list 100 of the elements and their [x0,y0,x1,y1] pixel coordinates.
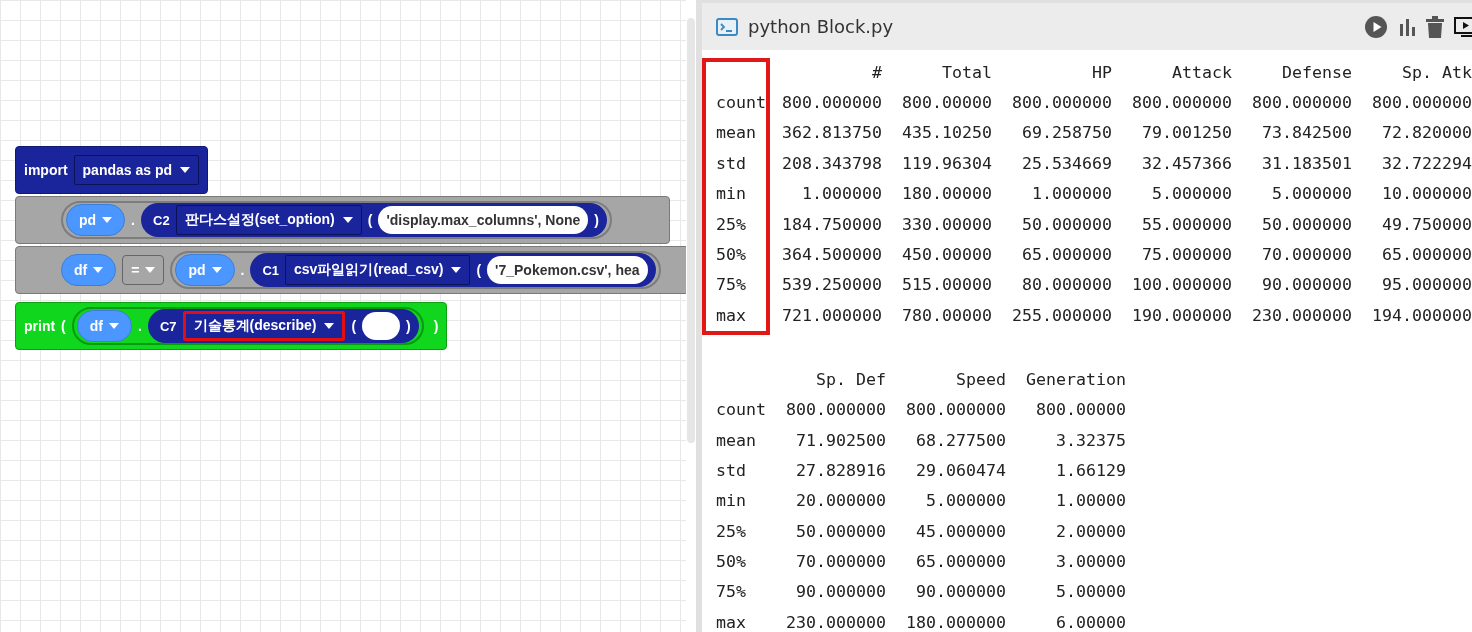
table-cell-text: 800.000000 [782,92,882,114]
column-header: # [872,62,882,84]
column-header: Total [942,62,992,84]
block-code: C7 [159,318,177,334]
table-cell-text: 90.000000 [796,581,886,604]
caret-icon [145,267,156,273]
paren: ( [476,262,482,278]
terminal-icon [716,17,738,36]
column-header: Defense [1282,62,1352,84]
table-cell-text: 50.000000 [796,520,886,543]
column-header: Sp. Atk [1402,62,1472,84]
table-cell-text: 71.902500 [796,429,886,452]
paren: ( [351,318,357,334]
block-keyword: print [24,318,56,334]
table-cell-text: 95.000000 [1382,274,1472,297]
table-cell-text: 79.001250 [1142,122,1232,145]
module-dropdown[interactable]: pandas as pd [73,155,200,185]
paren: ) [433,318,439,334]
row-label: mean [716,122,757,145]
block-workspace[interactable]: import pandas as pd pd . C2 판다스설정(set_option) ( 'display.max_columns', None ) df = pd . C1 csv파일읽기(read_csv) ( '7_Pokemon.csv', hea print ( df . C7 기술통계(describe) ( ) ) [0,0,686,632]
table-cell-text: 29.060474 [916,459,1006,482]
table-cell-text: 20.000000 [796,490,886,513]
method-block[interactable]: C1 csv파일읽기(read_csv) ( '7_Pokemon.csv', hea [250,253,656,287]
row-label: 75% [716,581,747,604]
table-cell-text: 362.813750 [782,122,882,145]
scrollbar[interactable] [687,18,695,443]
table-cell-text: 194.000000 [1372,304,1472,327]
row-label: count [716,92,766,114]
table-cell-text: 50.000000 [1262,213,1352,236]
paren: ) [594,212,599,228]
block-code: C1 [262,262,280,278]
method-dropdown[interactable]: 기술통계(describe) [182,311,346,341]
table-cell-text: 3.00000 [1056,551,1126,574]
method-dropdown[interactable]: 판다스설정(set_option) [175,205,362,235]
table-cell-text: 435.10250 [902,122,992,145]
table-cell-text: 3.32375 [1056,429,1126,452]
empty-argument-slot[interactable] [362,312,401,340]
table-cell-text: 49.750000 [1382,213,1472,236]
panel-title: python Block.py [748,16,895,37]
caret-icon [451,267,462,273]
table-cell-text: 721.000000 [782,304,882,327]
row-label: max [716,611,747,632]
table-cell-text: 73.842500 [1262,122,1352,145]
table-cell-text: 90.000000 [916,581,1006,604]
table-cell-text: 180.000000 [906,611,1006,632]
table-cell-text: 69.258750 [1022,122,1112,145]
trash-icon[interactable] [1426,15,1444,38]
table-cell-text: 1.66129 [1056,459,1126,482]
assignment-block[interactable]: df = pd . C1 csv파일읽기(read_csv) ( '7_Pokemon.csv', hea [15,246,686,294]
caret-icon [102,217,113,223]
table-cell-text: 364.500000 [782,243,882,266]
row-label: std [716,459,747,482]
row-label: min [716,490,747,513]
method-block[interactable]: C7 기술통계(describe) ( ) [147,309,419,343]
dot: . [131,212,135,228]
argument-field[interactable]: 'display.max_columns', None [378,206,589,234]
table-cell-text: 800.000000 [1252,92,1352,114]
table-cell-text: 27.828916 [796,459,886,482]
import-block[interactable]: import pandas as pd [15,146,209,194]
table-cell-text: 70.000000 [1262,243,1352,266]
table-cell-text: 100.000000 [1132,274,1232,297]
column-header: Attack [1172,62,1232,84]
row-label: 75% [716,274,747,297]
table-cell-text: 800.000000 [786,399,886,422]
bar-chart-icon[interactable] [1398,17,1416,36]
monitor-icon[interactable] [1454,14,1472,39]
table-cell-text: 72.820000 [1382,122,1472,145]
method-block[interactable]: C2 판다스설정(set_option) ( 'display.max_columns', None ) [141,203,607,237]
block-code: C2 [153,212,170,228]
play-icon[interactable] [1364,14,1388,39]
caret-icon [324,323,335,329]
table-cell-text: 65.000000 [1022,243,1112,266]
argument-field[interactable]: '7_Pokemon.csv', hea [487,256,648,284]
row-label: std [716,152,747,175]
table-cell-text: 5.000000 [1152,183,1232,206]
table-cell-text: 800.00000 [902,92,992,114]
caret-icon [342,217,353,223]
table-cell-text: 32.457366 [1142,152,1232,175]
dot: . [240,262,245,278]
table-cell-text: 90.000000 [1262,274,1352,297]
table-cell-text: 1.000000 [1032,183,1112,206]
row-label: 25% [716,213,747,236]
method-dropdown[interactable]: csv파일읽기(read_csv) [285,255,471,285]
table-cell-text: 68.277500 [916,429,1006,452]
table-cell-text: 450.00000 [902,243,992,266]
row-label: 50% [716,243,747,266]
table-cell-text: 1.000000 [802,183,882,206]
statement-block[interactable]: pd . C2 판다스설정(set_option) ( 'display.max_columns', None ) [15,196,670,244]
caret-icon [109,323,119,329]
table-cell-text: 5.00000 [1056,581,1126,604]
table-cell-text: 32.722294 [1382,152,1472,175]
print-block[interactable]: print ( df . C7 기술통계(describe) ( ) ) [15,302,448,350]
table-cell-text: 208.343798 [782,152,882,175]
table-cell-text: 31.183501 [1262,152,1352,175]
caret-icon [93,267,104,273]
table-cell-text: 330.00000 [902,213,992,236]
column-header: Sp. Def [816,369,886,392]
table-cell-text: 45.000000 [916,520,1006,543]
table-cell-text: 255.000000 [1012,304,1112,327]
table-cell-text: 50.000000 [1022,213,1112,236]
